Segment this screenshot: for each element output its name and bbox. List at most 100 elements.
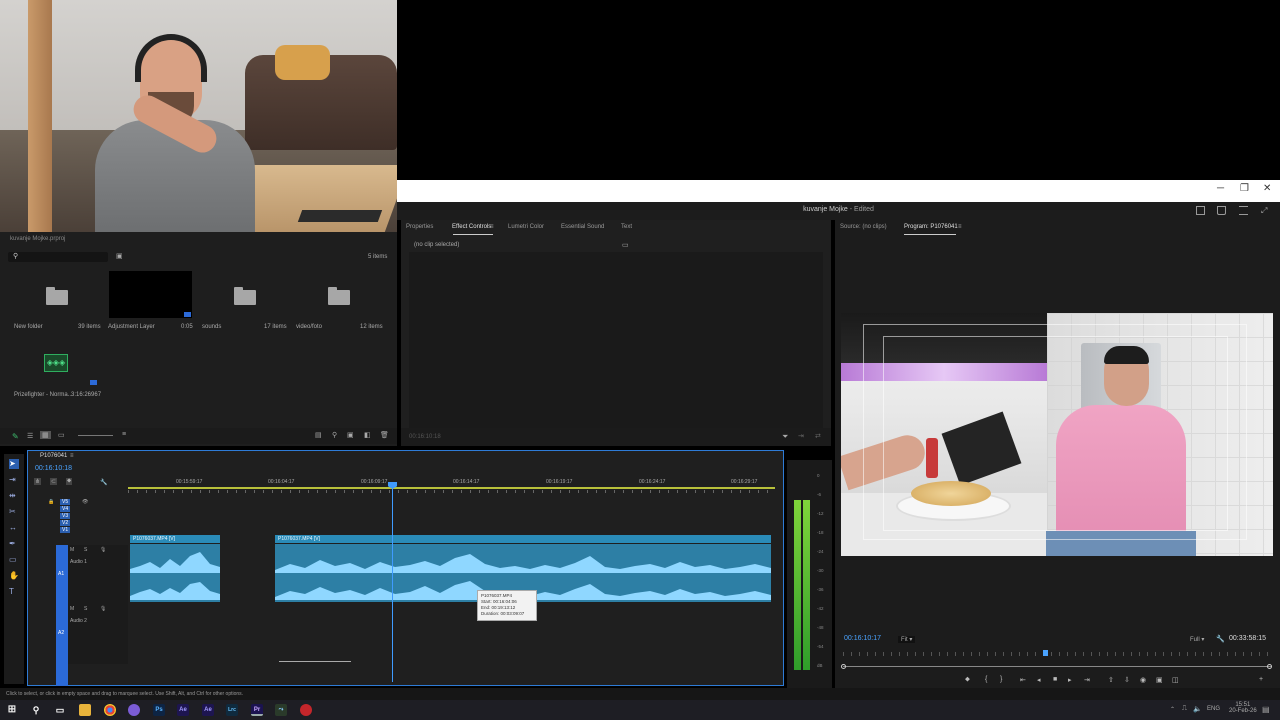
step-forward-icon[interactable]: ▸ [1068, 676, 1072, 684]
audio-waveform-icon[interactable]: ◈◈◈ [44, 354, 68, 372]
volume-icon[interactable]: 🔈 [1193, 705, 1202, 713]
tab-properties[interactable]: Properties [406, 224, 433, 230]
tab-lumetri-color[interactable]: Lumetri Color [508, 224, 544, 230]
fit-dropdown[interactable]: Fit ▾ [898, 636, 916, 643]
project-item-label[interactable]: video/foto [296, 324, 322, 330]
slip-icon[interactable]: ↔ [9, 523, 19, 533]
track-a1[interactable]: A1 [58, 571, 64, 577]
zoom-handle-right[interactable] [1267, 664, 1272, 669]
stop-icon[interactable]: ■ [1053, 676, 1057, 683]
lift-icon[interactable]: ⇧ [1108, 676, 1114, 684]
tab-menu-icon[interactable]: ≡ [958, 224, 962, 230]
share-icon[interactable] [1217, 206, 1226, 215]
task-view-icon[interactable]: ▭ [54, 704, 66, 716]
eye-icon[interactable]: 👁 [82, 499, 88, 505]
overlay-icon[interactable]: ◫ [1172, 676, 1179, 684]
type-tool-icon[interactable]: T [9, 587, 19, 597]
tab-program[interactable]: Program: P1076041 [904, 224, 958, 230]
timeline-timecode[interactable]: 00:16:10:18 [35, 465, 72, 472]
project-item-label[interactable]: Adjustment Layer [108, 324, 155, 330]
add-marker-icon[interactable]: ⬥ [965, 676, 970, 684]
rectangle-icon[interactable]: ▭ [9, 555, 19, 565]
track-a2[interactable]: A2 [58, 630, 64, 636]
new-bin-icon[interactable]: ▣ [347, 431, 354, 439]
ripple-edit-icon[interactable]: ⇹ [9, 491, 19, 501]
fullscreen-icon[interactable]: ⤢ [1261, 206, 1270, 215]
lock-icon[interactable]: 🔒 [48, 499, 54, 505]
pen-icon[interactable]: ✒ [9, 539, 19, 549]
app-icon[interactable]: ⤳ [275, 704, 287, 716]
automate-icon[interactable]: ▤ [315, 431, 322, 439]
tab-text[interactable]: Text [621, 224, 632, 230]
project-item-label[interactable]: Prizefighter - Norma... [14, 392, 73, 398]
sequence-tab[interactable]: P1076041 [40, 453, 67, 459]
track-v5[interactable]: V5 [60, 499, 71, 505]
track-v3[interactable]: V3 [60, 513, 71, 519]
menu-icon[interactable] [1239, 206, 1248, 215]
icon-view-icon[interactable]: ▦ [40, 431, 51, 439]
wrench-icon[interactable]: 🔧 [1216, 635, 1225, 643]
record-icon[interactable] [300, 704, 312, 716]
project-item-label[interactable]: New folder [14, 324, 43, 330]
tab-essential-sound[interactable]: Essential Sound [561, 224, 604, 230]
loop-icon[interactable]: ⇄ [815, 432, 821, 440]
mute-icon[interactable]: M [70, 547, 74, 553]
lightroom-icon[interactable]: Lrc [226, 704, 238, 716]
folder-icon[interactable] [234, 287, 256, 305]
track-select-icon[interactable]: ⇥ [9, 475, 19, 485]
freeform-view-icon[interactable]: ▭ [58, 431, 65, 439]
list-view-icon[interactable]: ☰ [27, 432, 33, 440]
language-indicator[interactable]: ENG [1207, 706, 1220, 712]
audio-track-a1-target[interactable]: A1 [56, 545, 68, 605]
sort-icon[interactable]: ≡ [122, 431, 126, 438]
go-to-out-icon[interactable]: ⇥ [1084, 676, 1090, 684]
timeline-playhead[interactable] [392, 482, 393, 682]
network-icon[interactable]: ⎍ [1182, 705, 1187, 713]
tab-menu-icon[interactable]: ≡ [70, 453, 74, 459]
track-v4[interactable]: V4 [60, 506, 71, 512]
new-bin-icon[interactable]: ▣ [116, 252, 123, 260]
zoom-slider[interactable] [78, 435, 113, 436]
mark-in-icon[interactable]: { [985, 676, 987, 683]
linked-selection-icon[interactable]: ⊂ [50, 478, 58, 485]
comparison-icon[interactable]: ▣ [1156, 676, 1163, 684]
tab-source[interactable]: Source: (no clips) [840, 224, 887, 230]
workspace-icon[interactable] [1196, 206, 1205, 215]
solo-icon[interactable]: S [84, 547, 87, 553]
folder-icon[interactable] [328, 287, 350, 305]
after-effects-icon[interactable]: Ae [202, 704, 214, 716]
video-clip[interactable]: P1076037.MP4 [V] [275, 535, 771, 543]
snap-icon[interactable]: ⋔ [34, 478, 42, 485]
trash-icon[interactable]: 🗑 [380, 431, 389, 439]
hand-icon[interactable]: ✋ [9, 571, 19, 581]
video-clip[interactable]: P1076037.MP4 [V] [130, 535, 220, 543]
razor-icon[interactable]: ✂ [9, 507, 19, 517]
export-frame-icon[interactable]: ◉ [1140, 676, 1146, 684]
track-v1[interactable]: V1 [60, 527, 71, 533]
quality-dropdown[interactable]: Full ▾ [1190, 636, 1204, 643]
go-to-in-icon[interactable]: ⇤ [1020, 676, 1026, 684]
photoshop-icon[interactable]: Ps [153, 704, 165, 716]
selection-tool-icon[interactable]: ➤ [9, 459, 19, 469]
after-effects-icon[interactable]: Ae [177, 704, 189, 716]
audio-track-a2-target[interactable]: A2 [56, 604, 68, 686]
program-current-time[interactable]: 00:16:10:17 [844, 635, 881, 642]
program-zoom-bar[interactable] [843, 666, 1271, 667]
marker-toggle-icon[interactable]: ⬥ [66, 478, 73, 485]
step-back-icon[interactable]: ◂ [1037, 676, 1041, 684]
obs-icon[interactable] [128, 704, 140, 716]
timeline-scrollbar[interactable] [279, 661, 351, 665]
adjustment-layer-thumb[interactable] [109, 271, 192, 318]
tab-effect-controls[interactable]: Effect Controls [452, 224, 491, 230]
mic-icon[interactable]: 🎙 [100, 606, 106, 612]
minimize-button[interactable]: ─ [1217, 183, 1224, 194]
close-button[interactable]: ✕ [1263, 183, 1271, 194]
add-button-icon[interactable]: + [1259, 676, 1263, 683]
premiere-icon[interactable]: Pr [251, 704, 263, 716]
panel-option-icon[interactable]: ▭ [622, 241, 629, 249]
zoom-handle-left[interactable] [841, 664, 846, 669]
project-item-label[interactable]: sounds [202, 324, 221, 330]
program-time-ruler[interactable] [843, 652, 1271, 656]
notification-icon[interactable]: ▤ [1262, 705, 1270, 714]
filter-icon[interactable]: ⏷ [782, 432, 788, 442]
